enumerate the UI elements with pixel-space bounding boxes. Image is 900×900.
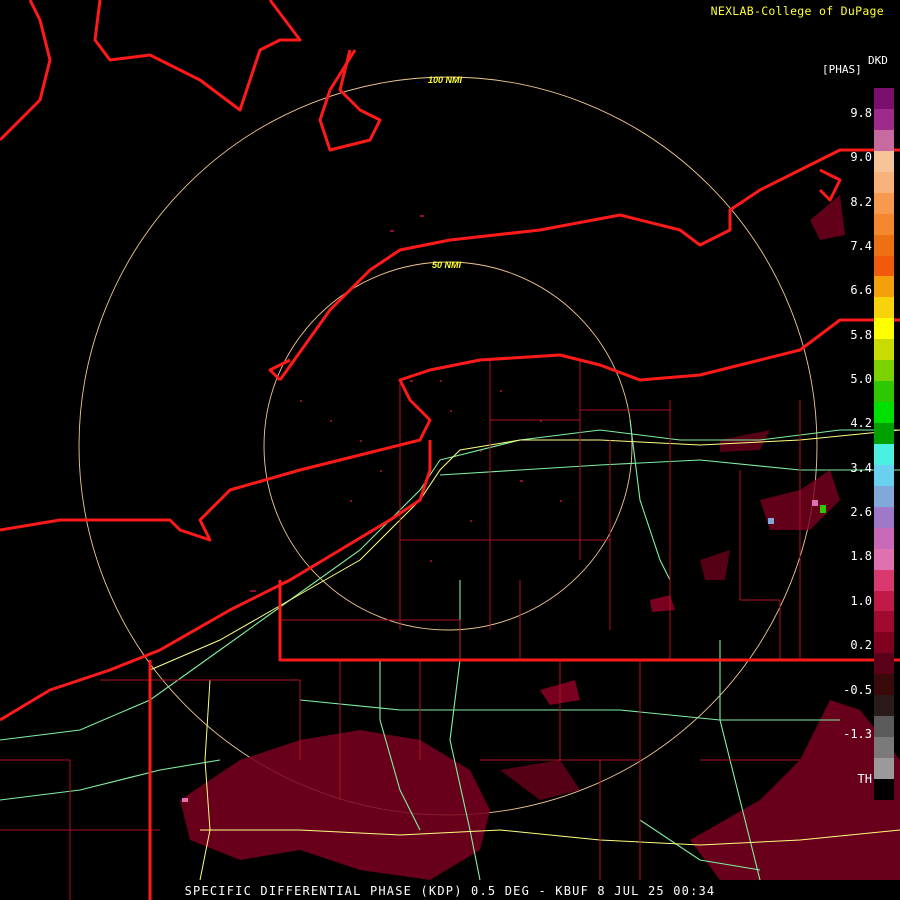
color-scale-swatch [874,318,894,340]
color-scale-swatch [874,611,894,633]
color-scale-swatch [874,695,894,717]
color-scale-label: 2.6 [850,505,872,519]
color-scale-swatch [874,632,894,654]
color-scale-swatch [874,150,894,172]
color-scale-swatch [874,464,894,486]
color-scale-label: 9.8 [850,106,872,120]
radar-site-label: DKD [868,54,888,67]
color-scale-swatch [874,758,894,779]
color-scale-swatch [874,129,894,151]
color-scale-swatch [874,360,894,382]
color-scale-swatch [874,192,894,214]
color-scale-label: TH [857,772,872,786]
color-scale-label: 0.2 [850,638,872,652]
color-scale-label: 9.0 [850,150,872,164]
color-scale-swatch [874,527,894,549]
range-ring-50nmi [263,261,633,631]
color-scale-label: 3.4 [850,461,872,475]
color-scale-swatch [874,213,894,235]
color-scale-swatch [874,171,894,193]
color-scale-swatch [874,590,894,612]
color-scale-label: 5.8 [850,328,872,342]
color-scale-swatch [874,653,894,675]
color-scale-swatch [874,506,894,528]
color-scale-label: -0.5 [843,683,872,697]
color-scale-label: 1.0 [850,594,872,608]
color-scale-swatch [874,569,894,591]
product-caption: SPECIFIC DIFFERENTIAL PHASE (KDP) 0.5 DE… [184,884,716,898]
color-scale-swatch [874,381,894,403]
color-scale-swatch [874,423,894,444]
color-scale-swatch [874,88,894,109]
color-scale-label: 8.2 [850,195,872,209]
color-scale-swatch [874,778,894,800]
range-ring-100nmi [78,76,818,816]
color-scale-swatch [874,339,894,361]
radar-map: 100 NMI 50 NMI [0,0,900,900]
color-scale-swatch [874,716,894,738]
radar-speckle [182,215,826,802]
color-scale-swatch [874,108,894,130]
color-scale-label: 4.2 [850,416,872,430]
color-scale-label: 7.4 [850,239,872,253]
color-scale-label: 1.8 [850,549,872,563]
color-scale-swatch [874,548,894,570]
color-scale-swatch [874,674,894,696]
color-scale-swatch [874,737,894,758]
color-scale-swatch [874,443,894,465]
color-scale-swatch [874,276,894,298]
color-scale-label: -1.3 [843,727,872,741]
credit-label: NEXLAB-College of DuPage [710,4,884,18]
color-scale-label: 6.6 [850,283,872,297]
color-scale-swatch [874,255,894,277]
ring-label-100: 100 NMI [428,75,463,85]
color-scale-bar [874,88,894,800]
ring-label-50: 50 NMI [432,260,462,270]
color-scale-swatch [874,485,894,507]
color-scale-swatch [874,234,894,256]
color-scale-label: 5.0 [850,372,872,386]
color-scale-swatch [874,402,894,423]
units-label: [PHAS] [822,63,862,76]
color-scale-swatch [874,297,894,319]
